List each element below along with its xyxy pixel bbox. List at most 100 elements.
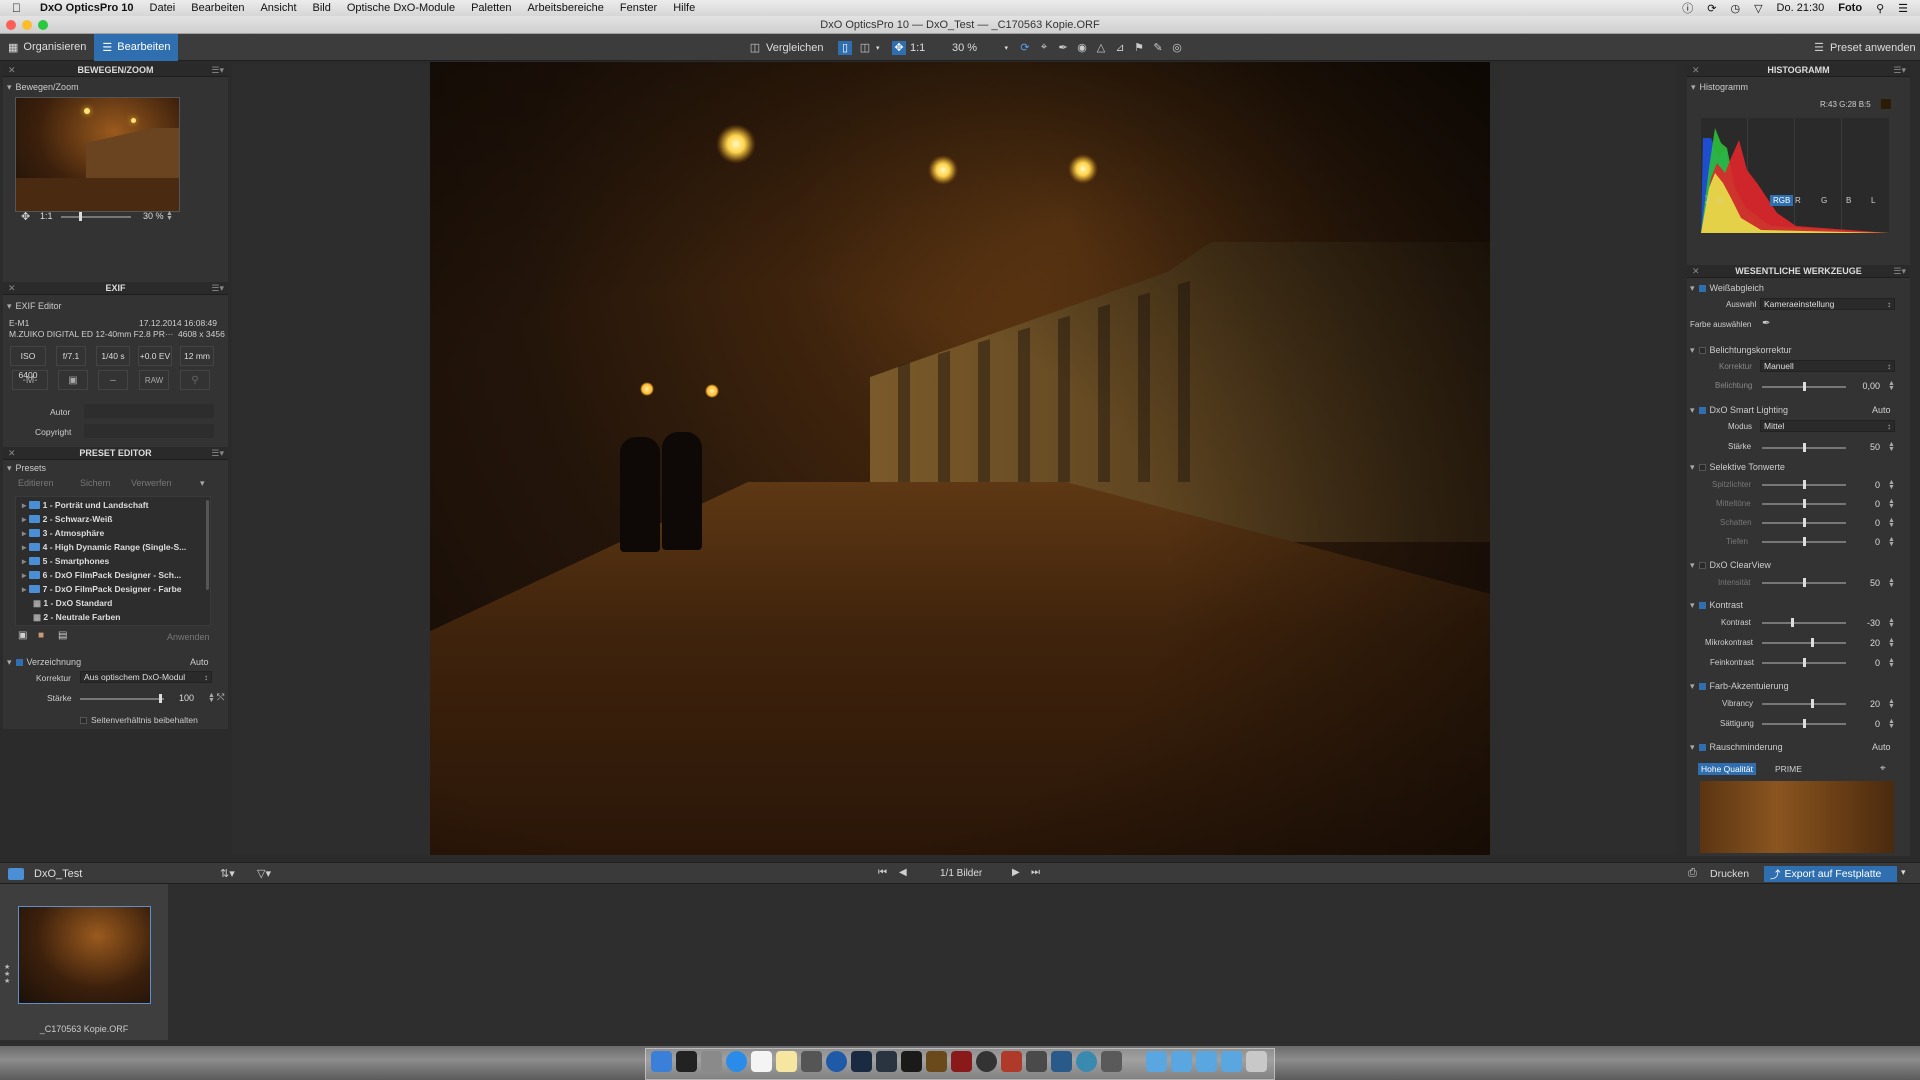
tool-eyedropper-button[interactable]: ✒ <box>1056 38 1070 57</box>
exposure-value[interactable]: 0,00 <box>1854 381 1880 391</box>
wb-header[interactable]: ▾ Weißabgleich <box>1690 283 1764 294</box>
apple-icon[interactable]:  <box>12 1 26 15</box>
folder-icon[interactable] <box>1196 1051 1217 1072</box>
spotlight-search-icon[interactable]: ⚲ <box>1876 2 1884 15</box>
app-icon[interactable] <box>1076 1051 1097 1072</box>
tab-organisieren[interactable]: ▦ Organisieren <box>0 34 94 61</box>
current-folder-name[interactable]: DxO_Test <box>34 868 82 880</box>
app-icon[interactable] <box>1051 1051 1072 1072</box>
distortion-enable-checkbox[interactable] <box>15 659 23 666</box>
noise-enable-checkbox[interactable] <box>1698 744 1706 751</box>
tones-slider[interactable] <box>1762 518 1846 527</box>
menu-datei[interactable]: Datei <box>150 2 176 14</box>
shadow-clip-icon[interactable]: ☽ <box>1701 195 1710 206</box>
app-icon[interactable] <box>1101 1051 1122 1072</box>
menu-bearbeiten[interactable]: Bearbeiten <box>191 2 244 14</box>
color-accent-header[interactable]: ▾ Farb-Akzentuierung <box>1690 681 1789 692</box>
close-icon[interactable]: ✕ <box>1692 64 1700 77</box>
menu-fenster[interactable]: Fenster <box>620 2 657 14</box>
smart-lighting-header[interactable]: ▾ DxO Smart Lighting <box>1690 405 1788 416</box>
preset-discard-button[interactable]: Verwerfen <box>131 478 172 488</box>
noise-prime-button[interactable]: PRIME <box>1775 764 1802 774</box>
tones-stepper[interactable]: ▲ ▼ <box>1888 498 1895 510</box>
preset-item[interactable]: ▦ 1 - DxO Standard <box>33 598 112 609</box>
distortion-staerke-slider[interactable] <box>80 694 164 703</box>
move-icon[interactable]: ✥ <box>21 210 30 223</box>
filter-icon[interactable]: ▽▾ <box>257 867 271 880</box>
wifi-icon[interactable]: ▽ <box>1754 2 1762 15</box>
preset-item[interactable]: ▸ 2 - Schwarz-Weiß <box>22 514 112 525</box>
contrast-stepper[interactable]: ▲ ▼ <box>1888 617 1895 629</box>
menu-clock[interactable]: Do. 21:30 <box>1777 2 1825 14</box>
menu-ansicht[interactable]: Ansicht <box>260 2 296 14</box>
eyedropper-icon[interactable]: ✒ <box>1762 318 1770 329</box>
navigator-zoom-slider[interactable] <box>61 212 131 221</box>
presets-sub[interactable]: ▾ Presets <box>7 463 46 474</box>
distortion-stepper[interactable]: ▲ ▼ <box>208 692 215 704</box>
tones-stepper[interactable]: ▲ ▼ <box>1888 536 1895 548</box>
close-icon[interactable]: ✕ <box>8 282 16 295</box>
folder-icon[interactable] <box>1146 1051 1167 1072</box>
tool-redeye-button[interactable]: ◉ <box>1075 38 1089 57</box>
noise-header[interactable]: ▾ Rauschminderung <box>1690 742 1783 753</box>
contrast-value[interactable]: 20 <box>1854 638 1880 648</box>
delete-preset-icon[interactable]: ▤ <box>58 630 67 641</box>
lightroom-icon[interactable] <box>876 1051 897 1072</box>
menu-app-name[interactable]: DxO OpticsPro 10 <box>40 2 134 14</box>
channel-l-button[interactable]: L <box>1871 196 1875 205</box>
new-folder-icon[interactable]: ■ <box>38 630 44 641</box>
histogram-sub[interactable]: ▾ Histogramm <box>1691 82 1748 93</box>
notes-icon[interactable] <box>701 1051 722 1072</box>
print-icon[interactable]: ⎙ <box>1688 867 1697 880</box>
folder-icon[interactable] <box>1171 1051 1192 1072</box>
exif-sub[interactable]: ▾ EXIF Editor <box>7 301 62 312</box>
distortion-korrektur-dropdown[interactable]: Aus optischem DxO-Modul <box>80 671 212 683</box>
channel-r-button[interactable]: R <box>1795 196 1801 205</box>
contrast-stepper[interactable]: ▲ ▼ <box>1888 637 1895 649</box>
opticspro-icon[interactable] <box>851 1051 872 1072</box>
menu-user[interactable]: Foto <box>1838 2 1862 14</box>
color-stepper[interactable]: ▲ ▼ <box>1888 698 1895 710</box>
smart-lighting-auto[interactable]: Auto <box>1872 405 1891 415</box>
preset-item[interactable]: ▸ 3 - Atmosphäre <box>22 528 104 539</box>
preset-item[interactable]: ▸ 1 - Porträt und Landschaft <box>22 500 148 511</box>
close-icon[interactable]: ✕ <box>8 447 16 460</box>
downloads-folder-icon[interactable] <box>1221 1051 1242 1072</box>
menu-paletten[interactable]: Paletten <box>471 2 511 14</box>
clearview-stepper[interactable]: ▲ ▼ <box>1888 577 1895 589</box>
channel-rgb-button[interactable]: RGB <box>1770 195 1794 206</box>
distortion-staerke-value[interactable]: 100 <box>168 693 194 703</box>
tool-horizon-button[interactable]: ⊿ <box>1113 38 1127 57</box>
exposure-enable-checkbox[interactable] <box>1698 347 1706 354</box>
contrast-header[interactable]: ▾ Kontrast <box>1690 600 1743 611</box>
tab-bearbeiten[interactable]: ☰ Bearbeiten <box>94 33 179 61</box>
export-button[interactable]: ⤴ Export auf Festplatte <box>1764 866 1897 882</box>
filmpack-icon[interactable] <box>951 1051 972 1072</box>
camera-app-icon[interactable] <box>976 1051 997 1072</box>
channel-b-button[interactable]: B <box>1846 196 1851 205</box>
stickies-icon[interactable] <box>776 1051 797 1072</box>
close-icon[interactable]: ✕ <box>1692 265 1700 278</box>
preset-apply-list-button[interactable]: Anwenden <box>167 632 210 642</box>
app-icon[interactable] <box>926 1051 947 1072</box>
smart-staerke-value[interactable]: 50 <box>1854 442 1880 452</box>
wb-enable-checkbox[interactable] <box>1698 285 1706 292</box>
smart-staerke-slider[interactable] <box>1762 443 1846 452</box>
distortion-tool-icon[interactable]: ⤲ <box>217 692 224 703</box>
contrast-slider[interactable] <box>1762 658 1846 667</box>
minimize-window-button[interactable] <box>22 20 32 30</box>
panel-menu-icon[interactable]: ☰▾ <box>1893 64 1906 77</box>
tones-header[interactable]: ▾ Selektive Tonwerte <box>1690 462 1785 473</box>
menu-bild[interactable]: Bild <box>313 2 331 14</box>
tool-rotate-button[interactable]: ⟳ <box>1018 38 1032 57</box>
status-info-icon[interactable]: ⓘ <box>1682 0 1693 16</box>
menu-hilfe[interactable]: Hilfe <box>673 2 695 14</box>
navigator-zoom-value[interactable]: 30 % <box>143 211 164 221</box>
compare-button[interactable]: ◫ Vergleichen <box>748 38 824 57</box>
menu-optische-module[interactable]: Optische DxO-Module <box>347 2 455 14</box>
move-zoom-ratio[interactable]: 1:1 <box>40 211 53 221</box>
trash-icon[interactable] <box>1246 1051 1267 1072</box>
color-value[interactable]: 20 <box>1854 699 1880 709</box>
thumbnail-cell[interactable]: ★ ★ ★ _C170563 Kopie.ORF <box>0 884 168 1040</box>
view-layout-dropdown[interactable]: ◫ ▾ <box>858 38 880 57</box>
